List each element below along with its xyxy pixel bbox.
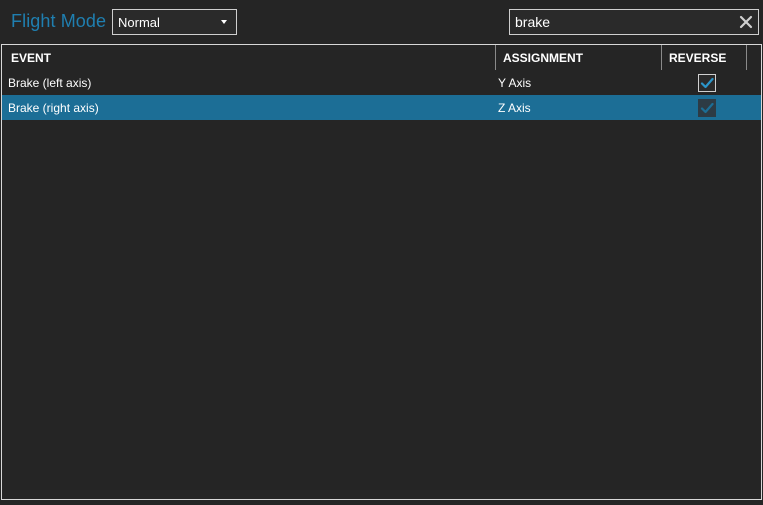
flight-mode-window: Flight Mode Normal EVENT ASSIGNMENT REVE… [0, 0, 763, 505]
assignment-cell: Y Axis [498, 75, 532, 90]
page-title: Flight Mode [11, 11, 107, 31]
column-header-filler [747, 45, 761, 70]
search-input[interactable] [510, 10, 734, 34]
event-cell: Brake (left axis) [8, 75, 92, 90]
reverse-cell [662, 98, 747, 117]
reverse-checkbox[interactable] [697, 98, 716, 117]
column-header-event[interactable]: EVENT [2, 45, 496, 70]
search-field [509, 9, 759, 35]
close-icon [739, 15, 753, 29]
assignment-cell: Z Axis [498, 100, 531, 115]
table-header: EVENT ASSIGNMENT REVERSE [2, 45, 761, 70]
reverse-cell [662, 73, 747, 92]
clear-search-button[interactable] [734, 10, 758, 34]
column-header-reverse[interactable]: REVERSE [662, 45, 747, 70]
reverse-checkbox[interactable] [697, 73, 716, 92]
checkmark-icon [700, 77, 714, 88]
flight-mode-dropdown[interactable]: Normal [112, 9, 237, 35]
table-row[interactable]: Brake (right axis) Z Axis [2, 95, 761, 120]
event-cell: Brake (right axis) [8, 100, 99, 115]
chevron-down-icon [221, 20, 227, 24]
bindings-table: EVENT ASSIGNMENT REVERSE Brake (left axi… [1, 44, 762, 500]
flight-mode-selected-value: Normal [118, 14, 160, 30]
column-header-assignment[interactable]: ASSIGNMENT [496, 45, 662, 70]
checkmark-icon [700, 102, 714, 113]
table-row[interactable]: Brake (left axis) Y Axis [2, 70, 761, 95]
